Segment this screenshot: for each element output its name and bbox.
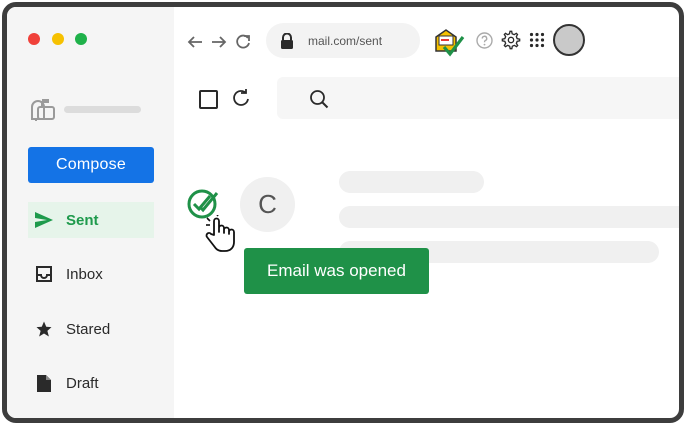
mailbox-icon <box>31 99 55 121</box>
sidebar-item-label: Sent <box>66 211 99 229</box>
email-subject-placeholder <box>339 171 484 193</box>
mail-tracker-extension-icon[interactable] <box>433 27 465 57</box>
draft-icon <box>34 373 54 393</box>
select-all-checkbox[interactable] <box>199 90 218 109</box>
sidebar-item-label: Draft <box>66 374 99 392</box>
logo-placeholder <box>64 106 141 113</box>
sidebar-item-stared[interactable]: Stared <box>28 311 154 347</box>
sidebar-item-draft[interactable]: Draft <box>28 365 154 401</box>
url-text: mail.com/sent <box>308 33 383 48</box>
search-icon[interactable] <box>309 89 329 109</box>
star-icon <box>34 319 54 339</box>
help-icon[interactable] <box>476 32 493 49</box>
sidebar-item-inbox[interactable]: Inbox <box>28 256 154 292</box>
sidebar-item-label: Inbox <box>66 265 103 283</box>
sender-avatar: C <box>240 177 295 232</box>
refresh-icon[interactable] <box>231 88 251 108</box>
send-icon <box>34 210 54 230</box>
sidebar-item-sent[interactable]: Sent <box>28 202 154 238</box>
hand-cursor-icon <box>205 215 235 252</box>
browser-window: Compose Sent Inbox Stared Draft mail.com… <box>2 2 684 423</box>
apps-grid-icon[interactable] <box>529 32 545 48</box>
sidebar: Compose Sent Inbox Stared Draft <box>7 7 174 418</box>
window-minimize-button[interactable] <box>52 33 64 45</box>
address-bar[interactable]: mail.com/sent <box>266 23 420 58</box>
lock-icon <box>281 32 293 49</box>
window-maximize-button[interactable] <box>75 33 87 45</box>
email-preview-placeholder <box>339 206 679 228</box>
back-arrow-icon[interactable] <box>186 33 204 51</box>
reload-icon[interactable] <box>234 33 252 51</box>
email-opened-tooltip: Email was opened <box>244 248 429 294</box>
forward-arrow-icon[interactable] <box>210 33 228 51</box>
gear-icon[interactable] <box>501 30 521 50</box>
sidebar-item-label: Stared <box>66 320 111 338</box>
profile-avatar[interactable] <box>553 24 585 56</box>
search-bar[interactable] <box>277 77 679 119</box>
window-close-button[interactable] <box>28 33 40 45</box>
inbox-icon <box>34 264 54 284</box>
compose-button[interactable]: Compose <box>28 147 154 183</box>
